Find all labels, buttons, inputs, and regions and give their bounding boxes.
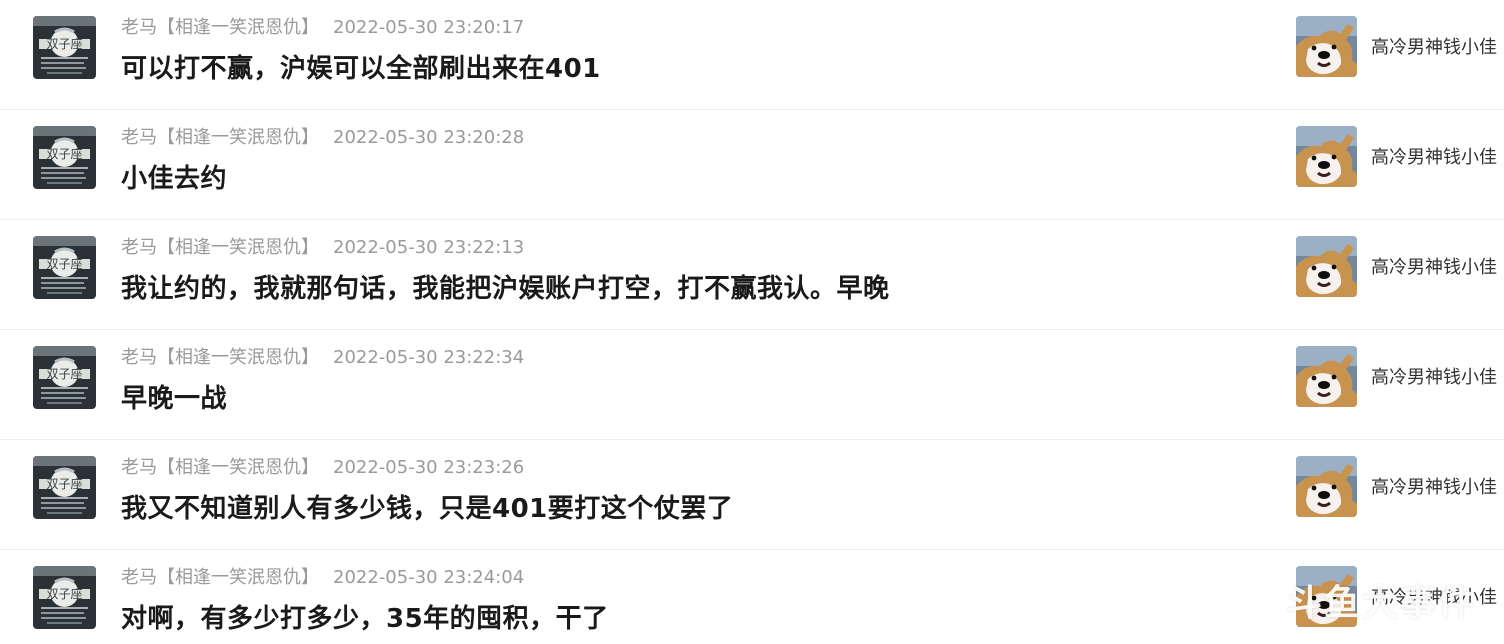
recipient-name[interactable]: 高冷男神钱小佳 (1371, 143, 1497, 169)
message-text: 对啊，有多少打多少，35年的囤积，干了 (121, 604, 609, 634)
watermark-logo: 斗鱼大事件 (1285, 583, 1476, 624)
recipient-name[interactable]: 高冷男神钱小佳 (1371, 363, 1497, 389)
author-name[interactable]: 老马【相逢一笑泯恩仇】 (121, 457, 319, 478)
zodiac-label: 双子座 (46, 366, 82, 381)
timestamp: 2022-05-30 23:22:13 (333, 237, 525, 258)
message-meta: 老马【相逢一笑泯恩仇】 2022-05-30 23:20:17 (121, 13, 524, 39)
zodiac-label: 双子座 (46, 256, 82, 271)
message-text: 早晚一战 (121, 384, 228, 414)
zodiac-label: 双子座 (46, 36, 82, 51)
sender-avatar[interactable]: 双子座 (33, 16, 96, 79)
message-meta: 老马【相逢一笑泯恩仇】 2022-05-30 23:20:28 (121, 123, 524, 149)
message-meta: 老马【相逢一笑泯恩仇】 2022-05-30 23:23:26 (121, 453, 524, 479)
recipient-avatar[interactable] (1296, 346, 1357, 407)
message-text: 我又不知道别人有多少钱，只是401要打这个仗罢了 (121, 494, 734, 524)
recipient-avatar[interactable] (1296, 16, 1357, 77)
recipient-name[interactable]: 高冷男神钱小佳 (1371, 473, 1497, 499)
message-text: 小佳去约 (121, 164, 228, 194)
author-name[interactable]: 老马【相逢一笑泯恩仇】 (121, 17, 319, 38)
message-text: 可以打不赢，沪娱可以全部刷出来在401 (121, 54, 601, 84)
sender-avatar[interactable]: 双子座 (33, 346, 96, 409)
recipient-name[interactable]: 高冷男神钱小佳 (1371, 33, 1497, 59)
sender-avatar[interactable]: 双子座 (33, 566, 96, 629)
sender-avatar[interactable]: 双子座 (33, 236, 96, 299)
message-row: 双子座 老马【相逢一笑泯恩仇】 2022-05-30 23:20:17 可以打不赢… (0, 0, 1504, 110)
author-name[interactable]: 老马【相逢一笑泯恩仇】 (121, 567, 319, 588)
timestamp: 2022-05-30 23:23:26 (333, 457, 525, 478)
author-name[interactable]: 老马【相逢一笑泯恩仇】 (121, 127, 319, 148)
zodiac-label: 双子座 (46, 476, 82, 491)
message-meta: 老马【相逢一笑泯恩仇】 2022-05-30 23:22:34 (121, 343, 524, 369)
message-row: 双子座 老马【相逢一笑泯恩仇】 2022-05-30 23:23:26 我又不知道… (0, 440, 1504, 550)
zodiac-label: 双子座 (46, 146, 82, 161)
sender-avatar[interactable]: 双子座 (33, 126, 96, 189)
message-row: 双子座 老马【相逢一笑泯恩仇】 2022-05-30 23:22:34 早晚一战 (0, 330, 1504, 440)
chat-feed: 双子座 老马【相逢一笑泯恩仇】 2022-05-30 23:20:17 可以打不赢… (0, 0, 1504, 644)
author-name[interactable]: 老马【相逢一笑泯恩仇】 (121, 237, 319, 258)
message-text: 我让约的，我就那句话，我能把沪娱账户打空，打不赢我认。早晚 (121, 274, 890, 304)
author-name[interactable]: 老马【相逢一笑泯恩仇】 (121, 347, 319, 368)
message-row: 双子座 老马【相逢一笑泯恩仇】 2022-05-30 23:24:04 对啊，有多… (0, 550, 1504, 644)
recipient-avatar[interactable] (1296, 126, 1357, 187)
recipient-avatar[interactable] (1296, 456, 1357, 517)
timestamp: 2022-05-30 23:20:28 (333, 127, 525, 148)
message-meta: 老马【相逢一笑泯恩仇】 2022-05-30 23:24:04 (121, 563, 524, 589)
recipient-avatar[interactable] (1296, 236, 1357, 297)
message-row: 双子座 老马【相逢一笑泯恩仇】 2022-05-30 23:22:13 我让约的，… (0, 220, 1504, 330)
recipient-name[interactable]: 高冷男神钱小佳 (1371, 253, 1497, 279)
sender-avatar[interactable]: 双子座 (33, 456, 96, 519)
message-row: 双子座 老马【相逢一笑泯恩仇】 2022-05-30 23:20:28 小佳去约 (0, 110, 1504, 220)
message-meta: 老马【相逢一笑泯恩仇】 2022-05-30 23:22:13 (121, 233, 524, 259)
timestamp: 2022-05-30 23:20:17 (333, 17, 525, 38)
timestamp: 2022-05-30 23:24:04 (333, 567, 525, 588)
zodiac-label: 双子座 (46, 586, 82, 601)
timestamp: 2022-05-30 23:22:34 (333, 347, 525, 368)
